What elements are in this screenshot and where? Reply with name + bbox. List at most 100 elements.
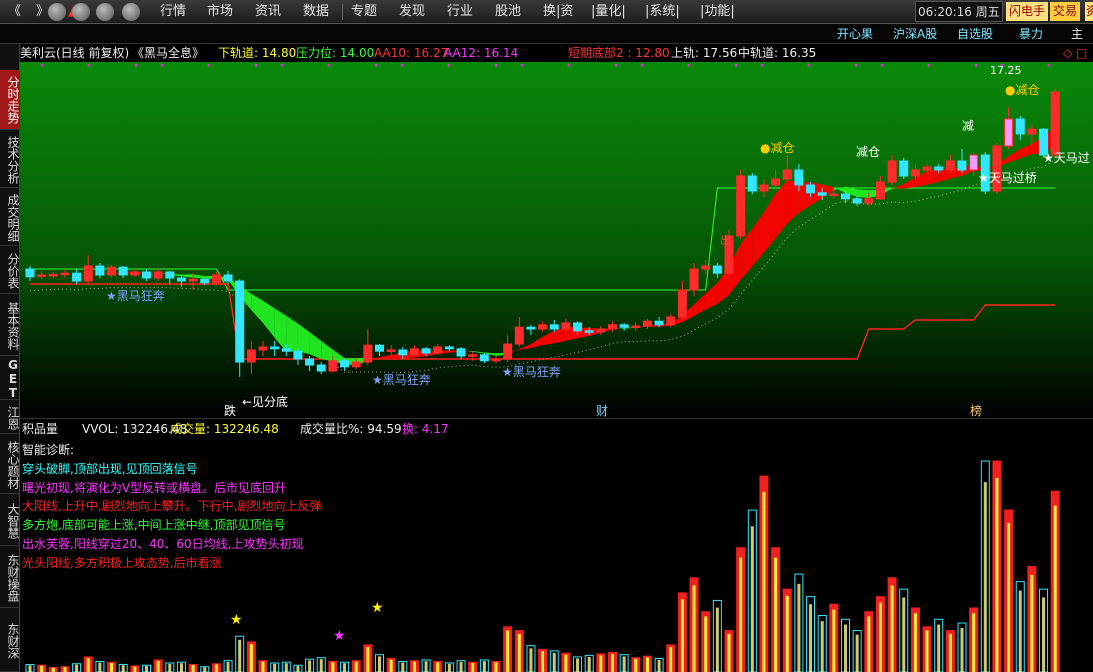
volume-inner xyxy=(110,662,114,672)
candle-body xyxy=(759,184,769,192)
candle-body xyxy=(258,346,268,351)
tab-zhuzhan[interactable]: 主站 xyxy=(1071,24,1093,61)
trade-button[interactable]: 交易 xyxy=(1050,2,1081,21)
menu-hangqing[interactable]: 行情 xyxy=(160,0,186,24)
volume-inner xyxy=(785,595,789,672)
vtab-hexin[interactable]: 核心题材 xyxy=(0,436,20,494)
tab-baoli[interactable]: 暴力 xyxy=(1019,24,1043,44)
candle-body xyxy=(794,169,804,186)
volume-inner xyxy=(1042,597,1046,672)
volume-inner xyxy=(424,661,428,672)
volume-inner xyxy=(156,660,160,672)
vtab-dongcai-caopan[interactable]: 东财操盘 xyxy=(0,548,20,608)
candle-body xyxy=(910,169,920,177)
candle-body xyxy=(328,360,338,372)
menu-shuju[interactable]: 数据 xyxy=(303,0,329,24)
volume-inner xyxy=(645,657,649,672)
menu-hangye[interactable]: 行业 xyxy=(447,0,473,24)
volume-inner xyxy=(669,647,673,672)
volume-inner xyxy=(273,663,277,672)
menu-zhuanti[interactable]: 专题 xyxy=(351,0,377,24)
candle-body xyxy=(433,346,443,354)
flash-trade-button[interactable]: 闪电手 xyxy=(1006,2,1049,21)
vtab-jiben[interactable]: 基本资料 xyxy=(0,296,20,356)
volume-inner xyxy=(995,477,999,672)
volume-inner xyxy=(634,658,638,672)
volume-inner xyxy=(692,585,696,672)
candle-body xyxy=(421,348,431,354)
vtab-dazhihui[interactable]: 大智慧 xyxy=(0,496,20,546)
vtab-jishu[interactable]: 技术分析 xyxy=(0,132,20,188)
candle-body xyxy=(316,364,326,372)
menu-guchi[interactable]: 股池 xyxy=(495,0,521,24)
candle-body xyxy=(1015,118,1025,135)
volume-inner xyxy=(878,602,882,672)
circle-button-2[interactable] xyxy=(72,3,90,21)
diagnosis-line: 光头阳线,多方积极上攻态势,后市看涨 xyxy=(22,555,222,570)
tab-kaixinguo[interactable]: 开心果 xyxy=(837,24,873,44)
volume-inner xyxy=(1018,590,1022,672)
volume-inner xyxy=(436,662,440,672)
vtab-chengjiao[interactable]: 成交明细 xyxy=(0,190,20,246)
candle-body xyxy=(118,266,128,276)
candle-body xyxy=(48,273,58,277)
menu-xitong[interactable]: |系统| xyxy=(645,0,680,24)
tab-hushen-a[interactable]: 沪深A股 xyxy=(893,24,937,44)
circle-button-4[interactable] xyxy=(122,3,140,21)
zi-button[interactable]: 资 xyxy=(1085,2,1093,21)
volume-inner xyxy=(296,665,300,672)
candle-body xyxy=(444,346,454,350)
candle-body xyxy=(538,324,548,330)
circle-button-3[interactable] xyxy=(96,3,114,21)
volume-inner xyxy=(471,662,475,672)
candle-body xyxy=(817,192,827,196)
candle-body xyxy=(479,354,489,362)
volume-inner xyxy=(226,661,230,672)
volume-inner xyxy=(191,665,195,672)
top-marker: ▾ xyxy=(520,62,524,70)
candlestick-chart[interactable]: ▾ ▾ ▾ ▾ ▾ ▾ ▾ ▾ ▾ ▾ ▾ ▾ ▾ ▾ ▾ ▾ ▾ ▾ ▾ ▾ ▾ ▾ ▾ ▾ ▾ ▾ ★黑马狂奔 ★黑马狂奔 ★… xyxy=(20,62,1093,418)
top-marker: ▾ xyxy=(854,62,858,70)
volume-inner xyxy=(1030,574,1034,672)
tab-zixuan[interactable]: 自选股 xyxy=(957,24,993,44)
nav-back-button[interactable]: 《 xyxy=(8,3,21,21)
label-jiancang-1: ●减仓 xyxy=(760,141,794,155)
volume-info-line: 积品量 VVOL: 132246.48 成交量: 132246.48 成交量比%… xyxy=(20,418,1093,438)
diagnosis-line: 多方炮,底部可能上涨,中间上涨中继,顶部见顶信号 xyxy=(22,518,286,533)
volume-inner xyxy=(412,661,416,672)
volume-inner xyxy=(715,607,719,672)
volume-inner xyxy=(704,616,708,672)
volume-inner xyxy=(179,663,183,672)
top-marker: ▾ xyxy=(687,62,691,70)
menu-faxian[interactable]: 发现 xyxy=(399,0,425,24)
candle-body xyxy=(188,278,198,282)
band-segment xyxy=(857,189,869,198)
volume-inner xyxy=(75,664,79,672)
vtab-fenjia[interactable]: 分价表 xyxy=(0,248,20,294)
vtab-jiangen[interactable]: 江恩 xyxy=(0,402,20,434)
candle-body xyxy=(468,354,478,357)
menu-zixun[interactable]: 资讯 xyxy=(255,0,281,24)
menu-gongneng[interactable]: |功能| xyxy=(700,0,735,24)
corner-icons[interactable]: ◇ □ xyxy=(1063,44,1087,62)
vtab-get[interactable]: GET xyxy=(0,358,20,400)
top-marker: ▾ xyxy=(40,62,44,70)
vtab-fenshi[interactable]: 分时走势 xyxy=(0,70,20,130)
label-top-price: 17.25 xyxy=(990,64,1022,77)
candle-body xyxy=(211,274,221,284)
vtab-dongcai-shen[interactable]: 东财深 xyxy=(0,610,20,672)
volume-inner xyxy=(238,639,242,672)
menu-shichang[interactable]: 市场 xyxy=(207,0,233,24)
volume-inner xyxy=(203,667,207,672)
volume-inner xyxy=(587,657,591,672)
formula-name[interactable]: 《黑马全息》 xyxy=(132,44,204,62)
candle-body xyxy=(130,271,140,276)
candle-body xyxy=(281,348,291,352)
top-marker: ▾ xyxy=(880,62,884,70)
turnover-value: 换: 4.17 xyxy=(402,422,449,436)
menu-huanzi[interactable]: 换|资 xyxy=(543,0,573,24)
menu-lianghua[interactable]: |量化| xyxy=(591,0,626,24)
candle-body xyxy=(561,322,571,330)
circle-button-1[interactable] xyxy=(48,3,66,21)
candle-body xyxy=(875,181,885,200)
